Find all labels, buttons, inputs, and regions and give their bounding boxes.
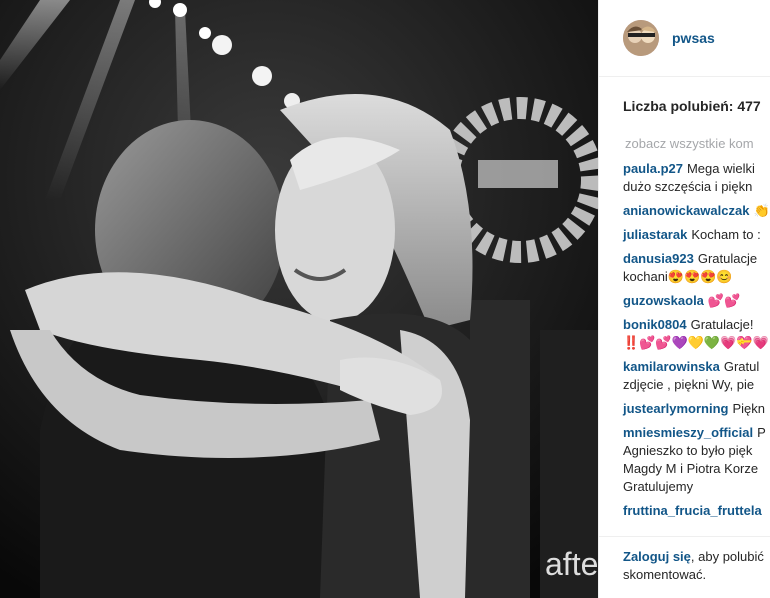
comment-line: justearlymorning Piękn	[623, 400, 770, 418]
login-link[interactable]: Zaloguj się	[623, 549, 691, 564]
comment-line: bonik0804 Gratulacje!	[623, 316, 770, 334]
comment-item: fruttina_frucia_fruttela	[623, 502, 770, 520]
post-photo[interactable]: afte	[0, 0, 598, 598]
comment-line: kamilarowinska Gratul	[623, 358, 770, 376]
comment-text: Gratul	[723, 359, 760, 374]
comment-line: Magdy M i Piotra Korze	[623, 460, 770, 478]
view-all-comments-link[interactable]: zobacz wszystkie kom	[625, 136, 754, 151]
footer-divider	[599, 536, 770, 537]
comment-line: ‼️💕💕💜💛💚💗💝💗	[623, 334, 770, 352]
comment-item: anianowickawalczak 👏	[623, 202, 770, 220]
avatar[interactable]	[623, 20, 659, 56]
login-text-2: skomentować.	[623, 567, 707, 582]
comment-line: danusia923 Gratulacje	[623, 250, 770, 268]
comment-item: paula.p27 Mega wielki dużo szczęścia i pię…	[623, 160, 770, 196]
comment-line: dużo szczęścia i piękn	[623, 178, 770, 196]
comment-text: Piękn	[732, 401, 765, 416]
comment-line: zdjęcie , piękni Wy, pie	[623, 376, 770, 394]
comment-username[interactable]: anianowickawalczak	[623, 203, 749, 218]
comment-text: Gratulacje!	[690, 317, 754, 332]
comment-text: Gratulujemy	[623, 479, 694, 494]
comment-text: kochani😍😍😍😊	[623, 269, 733, 284]
post-header: pwsas	[623, 18, 715, 58]
comment-text: 👏	[753, 203, 770, 218]
comment-line: Gratulujemy	[623, 478, 770, 496]
avatar-image	[623, 20, 659, 56]
username-link[interactable]: pwsas	[672, 30, 715, 46]
comment-line: anianowickawalczak 👏	[623, 202, 770, 220]
comment-username[interactable]: justearlymorning	[623, 401, 728, 416]
comment-item: mniesmieszy_official P Agnieszko to było p…	[623, 424, 770, 496]
post-sidebar: pwsas Liczba polubień: 477 zobacz wszyst…	[598, 0, 770, 598]
comment-item: danusia923 Gratulacje kochani😍😍😍😊	[623, 250, 770, 286]
comment-username[interactable]: bonik0804	[623, 317, 687, 332]
comment-line: paula.p27 Mega wielki	[623, 160, 770, 178]
comment-username[interactable]: kamilarowinska	[623, 359, 720, 374]
comment-line: juliastarak Kocham to :	[623, 226, 770, 244]
comment-text: Mega wielki	[686, 161, 755, 176]
comment-item: kamilarowinska Gratul zdjęcie , piękni Wy,…	[623, 358, 770, 394]
comment-line: guzowskaola 💕💕	[623, 292, 770, 310]
comment-text: 💕💕	[707, 293, 741, 308]
login-text: , aby polubić	[690, 549, 764, 564]
comment-text: P	[757, 425, 766, 440]
comment-text: zdjęcie , piękni Wy, pie	[623, 377, 755, 392]
comment-text: Agnieszko to było pięk	[623, 443, 753, 458]
comment-username[interactable]: fruttina_frucia_fruttela	[623, 503, 762, 518]
comment-text: Kocham to :	[691, 227, 761, 242]
comment-username[interactable]: guzowskaola	[623, 293, 704, 308]
comment-text: dużo szczęścia i piękn	[623, 179, 753, 194]
comment-line: Agnieszko to było pięk	[623, 442, 770, 460]
comment-item: bonik0804 Gratulacje! ‼️💕💕💜💛💚💗💝💗	[623, 316, 770, 352]
photo-image	[0, 0, 598, 598]
photo-watermark: afte	[545, 546, 598, 582]
comment-username[interactable]: juliastarak	[623, 227, 687, 242]
comment-item: justearlymorning Piękn	[623, 400, 770, 418]
comment-line: mniesmieszy_official P	[623, 424, 770, 442]
login-prompt: Zaloguj się, aby polubić skomentować.	[623, 548, 764, 584]
likes-count[interactable]: Liczba polubień: 477	[623, 98, 761, 114]
comment-username[interactable]: mniesmieszy_official	[623, 425, 753, 440]
comment-text: Magdy M i Piotra Korze	[623, 461, 759, 476]
comment-line: kochani😍😍😍😊	[623, 268, 770, 286]
comments-list: paula.p27 Mega wielki dużo szczęścia i pię…	[623, 160, 770, 526]
comment-text: ‼️💕💕💜💛💚💗💝💗	[623, 335, 769, 350]
comment-item: guzowskaola 💕💕	[623, 292, 770, 310]
comment-item: juliastarak Kocham to :	[623, 226, 770, 244]
comment-text: Gratulacje	[697, 251, 758, 266]
comment-username[interactable]: danusia923	[623, 251, 694, 266]
comment-line: fruttina_frucia_fruttela	[623, 502, 770, 520]
header-divider	[599, 76, 770, 77]
comment-username[interactable]: paula.p27	[623, 161, 683, 176]
